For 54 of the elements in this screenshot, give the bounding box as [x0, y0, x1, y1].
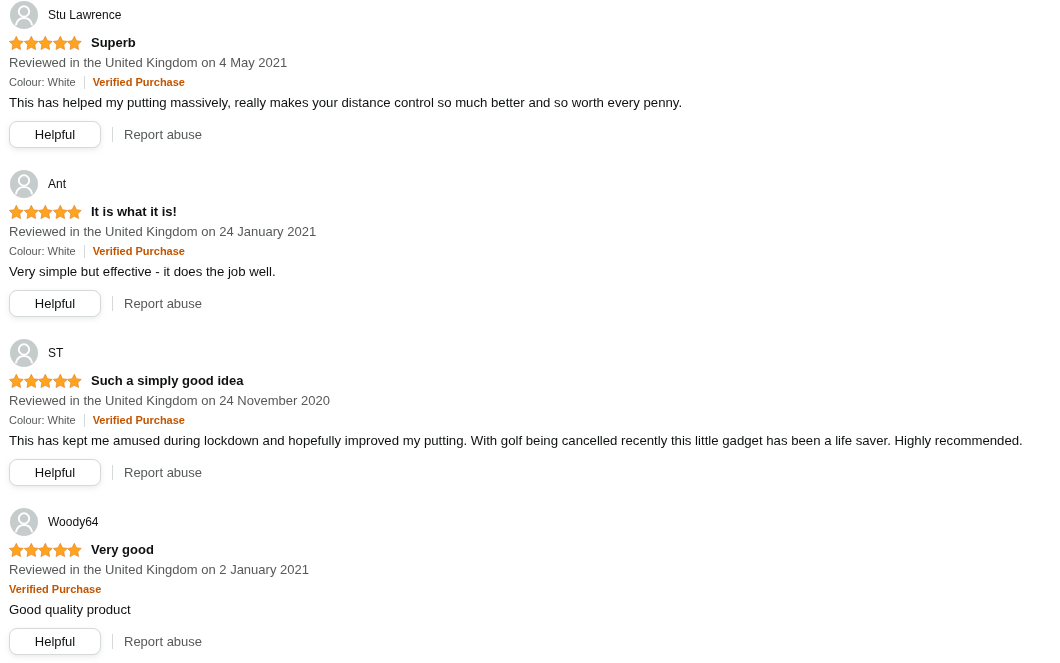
- star-icon: [67, 543, 82, 557]
- star-icon: [9, 543, 24, 557]
- star-icon: [67, 374, 82, 388]
- star-icon: [23, 205, 39, 219]
- star-icon: [9, 374, 24, 388]
- review-date: Reviewed in the United Kingdom on 24 November 2020: [9, 392, 330, 411]
- verified-purchase-label: Verified Purchase: [92, 74, 185, 90]
- colour-variant: Colour: White: [9, 243, 76, 259]
- review-title: Such a simply good idea: [90, 372, 244, 391]
- star-icon: [67, 205, 82, 219]
- reviewer-name: Woody64: [48, 514, 99, 531]
- verified-purchase-label: Verified Purchase: [92, 412, 185, 428]
- review-date: Reviewed in the United Kingdom on 2 January 2021: [9, 561, 309, 580]
- colour-variant: Colour: White: [9, 412, 76, 428]
- report-abuse-link[interactable]: Report abuse: [124, 124, 203, 145]
- star-icon: [52, 374, 68, 388]
- star-icon: [38, 205, 53, 219]
- helpful-button[interactable]: Helpful: [9, 121, 101, 148]
- review-title: Very good: [90, 541, 154, 560]
- colour-variant: Colour: White: [9, 74, 76, 90]
- verified-purchase-label: Verified Purchase: [92, 243, 185, 259]
- star-icon: [52, 36, 68, 50]
- review-text: This has kept me amused during lockdown and hopefully improved my putting. With golf being cancelled recently this little gadget has been a life saver. Highly recommended.: [9, 432, 1023, 450]
- helpful-button[interactable]: Helpful: [9, 628, 101, 655]
- review-text: Very simple but effective - it does the job well.: [9, 263, 276, 281]
- report-abuse-link[interactable]: Report abuse: [124, 462, 203, 483]
- report-abuse-link[interactable]: Report abuse: [124, 631, 203, 652]
- star-icon: [9, 36, 24, 50]
- avatar-icon: [10, 508, 38, 536]
- reviewer-name: ST: [48, 345, 64, 362]
- review-date: Reviewed in the United Kingdom on 4 May 2021: [9, 54, 288, 73]
- review-date: Reviewed in the United Kingdom on 24 January 2021: [9, 223, 317, 242]
- avatar-icon: [10, 339, 38, 367]
- reviewer-name: Stu Lawrence: [48, 7, 122, 24]
- review-title: Superb: [90, 34, 136, 53]
- review-title: It is what it is!: [90, 203, 177, 222]
- avatar-icon: [10, 170, 38, 198]
- star-icon: [52, 205, 68, 219]
- star-icon: [38, 36, 53, 50]
- report-abuse-link[interactable]: Report abuse: [124, 293, 203, 314]
- star-icon: [67, 36, 82, 50]
- helpful-button[interactable]: Helpful: [9, 290, 101, 317]
- star-icon: [38, 374, 53, 388]
- reviewer-name: Ant: [48, 176, 66, 193]
- verified-purchase-label: Verified Purchase: [9, 581, 102, 597]
- review-text: Good quality product: [9, 601, 131, 619]
- star-icon: [38, 543, 53, 557]
- helpful-button[interactable]: Helpful: [9, 459, 101, 486]
- star-icon: [23, 36, 39, 50]
- star-icon: [9, 205, 24, 219]
- review-text: This has helped my putting massively, really makes your distance control so much better and so worth every penny.: [9, 94, 683, 112]
- star-icon: [52, 543, 68, 557]
- star-icon: [23, 374, 39, 388]
- star-icon: [23, 543, 39, 557]
